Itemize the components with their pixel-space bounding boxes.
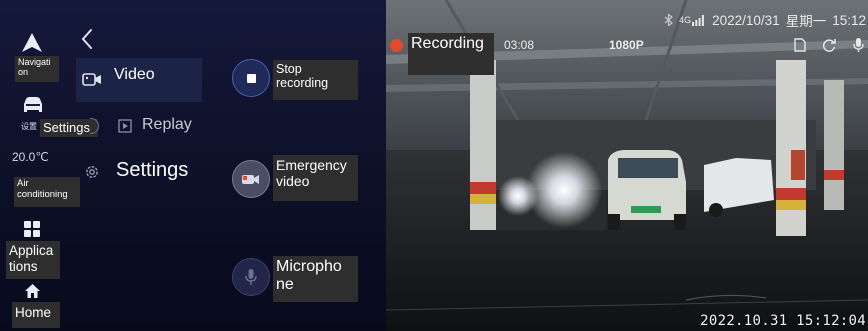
menu-settings[interactable]: Settings	[76, 150, 202, 194]
emergency-video-label: Emergency video	[273, 155, 358, 201]
menu-video-label: Video	[114, 66, 155, 83]
nav-navigation[interactable]: Navigati on	[0, 28, 62, 82]
recording-duration: 03:08	[504, 38, 535, 52]
control-panel: Navigati on 设置 Settings 20.0℃ Air condit…	[0, 0, 386, 331]
emergency-video-button[interactable]	[232, 160, 270, 198]
network-type: 4G	[679, 15, 692, 25]
video-resolution: 1080P	[609, 38, 644, 52]
nav-navigation-label: Navigati on	[15, 56, 59, 82]
menu-settings-label: Settings	[116, 159, 189, 181]
nav-vehicle-caption: 设置	[21, 122, 37, 131]
nav-vehicle-settings[interactable]: 设置 Settings	[0, 92, 98, 138]
nav-rail: Navigati on 设置 Settings 20.0℃ Air condit…	[0, 0, 98, 331]
status-time: 15:12	[832, 12, 866, 28]
video-camera-icon	[82, 73, 101, 86]
stop-recording-label: Stop recording	[273, 60, 358, 100]
bluetooth-icon	[664, 14, 674, 26]
microphone-button[interactable]	[232, 258, 270, 296]
menu-video[interactable]: Video	[76, 58, 202, 102]
nav-air-conditioning[interactable]: 20.0℃ Air conditioning	[0, 148, 80, 210]
status-date: 2022/10/31	[712, 12, 780, 28]
gear-icon	[86, 166, 98, 178]
apps-grid-icon	[24, 221, 40, 237]
menu-replay[interactable]: 回放 Replay	[76, 104, 202, 148]
status-weekday: 星期一	[785, 14, 827, 29]
navigation-arrow-icon	[22, 33, 42, 52]
loop-icon[interactable]	[822, 38, 837, 53]
stop-recording-button[interactable]	[232, 59, 270, 97]
replay-arc	[90, 118, 99, 134]
recording-indicator-icon	[390, 39, 403, 52]
nav-applications[interactable]: Applica tions	[0, 218, 62, 280]
nav-applications-label: Applica tions	[6, 241, 60, 279]
mic-status-icon[interactable]	[853, 37, 864, 53]
sd-card-icon[interactable]	[794, 38, 806, 52]
camera-feed[interactable]: 4G 2022/10/31 星期一 15:12 Recording 03:08 …	[386, 0, 868, 331]
temperature-readout: 20.0℃	[12, 150, 49, 164]
nav-home[interactable]: Home	[0, 282, 62, 330]
microphone-label: Micropho ne	[273, 256, 358, 302]
video-timestamp: 2022.10.31 15:12:04	[700, 313, 866, 329]
home-icon	[25, 284, 40, 298]
microphone-icon	[245, 269, 257, 285]
menu-replay-label: Replay	[142, 116, 192, 133]
back-chevron-icon[interactable]	[76, 26, 98, 52]
nav-air-conditioning-label: Air conditioning	[14, 177, 80, 207]
signal-icon	[692, 14, 705, 26]
status-bar: 4G 2022/10/31 星期一 15:12	[664, 9, 868, 31]
recording-label: Recording	[408, 33, 494, 75]
nav-home-label: Home	[12, 302, 60, 328]
emergency-video-icon	[242, 175, 259, 184]
replay-icon	[118, 119, 132, 133]
stop-icon	[246, 73, 256, 83]
car-icon	[24, 97, 42, 112]
